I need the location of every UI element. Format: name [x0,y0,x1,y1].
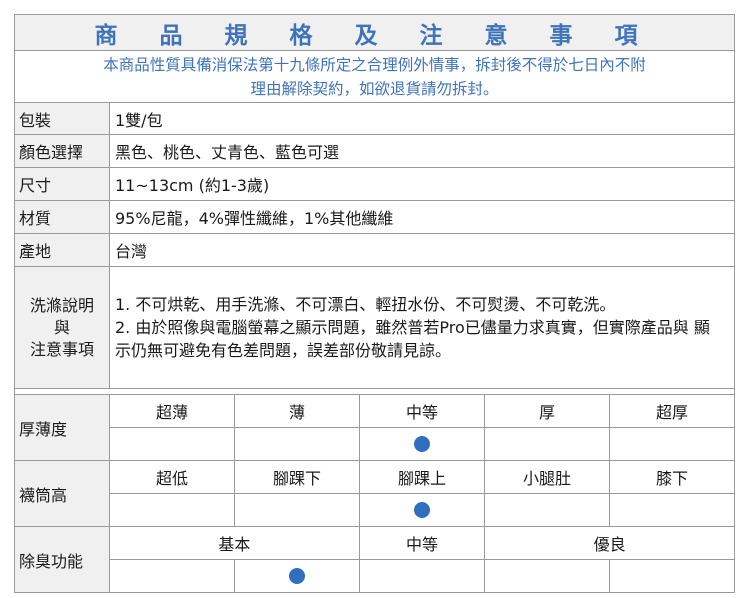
spec-label: 材質 [15,201,110,233]
rating-deodorant: 除臭功能 基本 中等 優良 [15,527,734,592]
rating-thickness: 厚薄度 超薄 薄 中等 厚 超厚 [15,395,734,461]
spec-row-color: 顏色選擇 黑色、桃色、丈青色、藍色可選 [15,135,734,168]
spec-row-origin: 產地 台灣 [15,234,734,267]
rating-option: 小腿肚 [485,461,610,493]
selected-dot-icon [414,436,430,452]
spec-sheet: 商 品 規 格 及 注 意 事 項 本商品性質具備消保法第十九條所定之合理例外情… [14,14,735,593]
spec-row-packaging: 包裝 1雙/包 [15,103,734,135]
spec-label: 產地 [15,234,110,266]
rating-option: 優良 [593,535,626,554]
notice-line-1: 本商品性質具備消保法第十九條所定之合理例外情事，拆封後不得於七日內不附 [103,55,646,74]
care-item-1: 1. 不可烘乾、用手洗滌、不可漂白、輕扭水份、不可熨燙、不可乾洗。 [115,295,616,314]
rating-label: 襪筒高 [15,461,110,526]
spec-label: 顏色選擇 [15,135,110,167]
rating-option: 基本 [110,527,360,559]
selected-dot-icon [414,502,430,518]
rating-option: 膝下 [655,469,688,488]
rating-option: 中等 [360,527,486,559]
rating-option: 超厚 [655,403,688,422]
return-notice-text: 本商品性質具備消保法第十九條所定之合理例外情事，拆封後不得於七日內不附 理由解除… [103,53,646,101]
return-notice: 本商品性質具備消保法第十九條所定之合理例外情事，拆封後不得於七日內不附 理由解除… [15,51,734,103]
spec-value: 1雙/包 [115,110,163,130]
rating-option: 中等 [360,395,485,427]
rating-option: 超薄 [110,395,235,427]
rating-label: 厚薄度 [15,395,110,460]
spec-value: 黑色、桃色、丈青色、藍色可選 [115,143,340,162]
rating-sock-height: 襪筒高 超低 腳踝下 腳踝上 小腿肚 膝下 [15,461,734,527]
sheet-title: 商 品 規 格 及 注 意 事 項 [94,22,655,49]
spec-row-size: 尺寸 11~13cm (約1-3歲) [15,168,734,201]
spec-label: 包裝 [15,103,110,134]
care-instructions-row: 洗滌說明 與 注意事項 1. 不可烘乾、用手洗滌、不可漂白、輕扭水份、不可熨燙、… [15,267,734,389]
care-text: 1. 不可烘乾、用手洗滌、不可漂白、輕扭水份、不可熨燙、不可乾洗。 2. 由於照… [110,267,734,388]
spec-value: 95%尼龍，4%彈性纖維，1%其他纖維 [115,209,394,228]
care-label-line-2: 與 [53,317,70,337]
care-item-2: 2. 由於照像與電腦螢幕之顯示問題，雖然普若Pro已儘量力求真實，但實際產品與 … [115,318,710,360]
rating-label: 除臭功能 [15,527,110,592]
spec-value: 台灣 [115,242,148,261]
sheet-title-bar: 商 品 規 格 及 注 意 事 項 [15,15,734,51]
rating-option: 超低 [110,461,235,493]
care-label-line-3: 注意事項 [29,339,94,359]
spec-row-material: 材質 95%尼龍，4%彈性纖維，1%其他纖維 [15,201,734,234]
spec-label: 尺寸 [15,168,110,200]
rating-option: 腳踝上 [360,461,485,493]
spec-value: 11~13cm (約1-3歲) [115,176,270,195]
rating-option: 薄 [235,395,360,427]
notice-line-2: 理由解除契約，如欲退貨請勿拆封。 [250,79,499,98]
selected-dot-icon [289,568,305,584]
rating-option: 厚 [485,395,610,427]
care-label: 洗滌說明 與 注意事項 [15,267,110,388]
rating-option: 腳踝下 [235,461,360,493]
care-label-line-1: 洗滌說明 [29,295,94,315]
